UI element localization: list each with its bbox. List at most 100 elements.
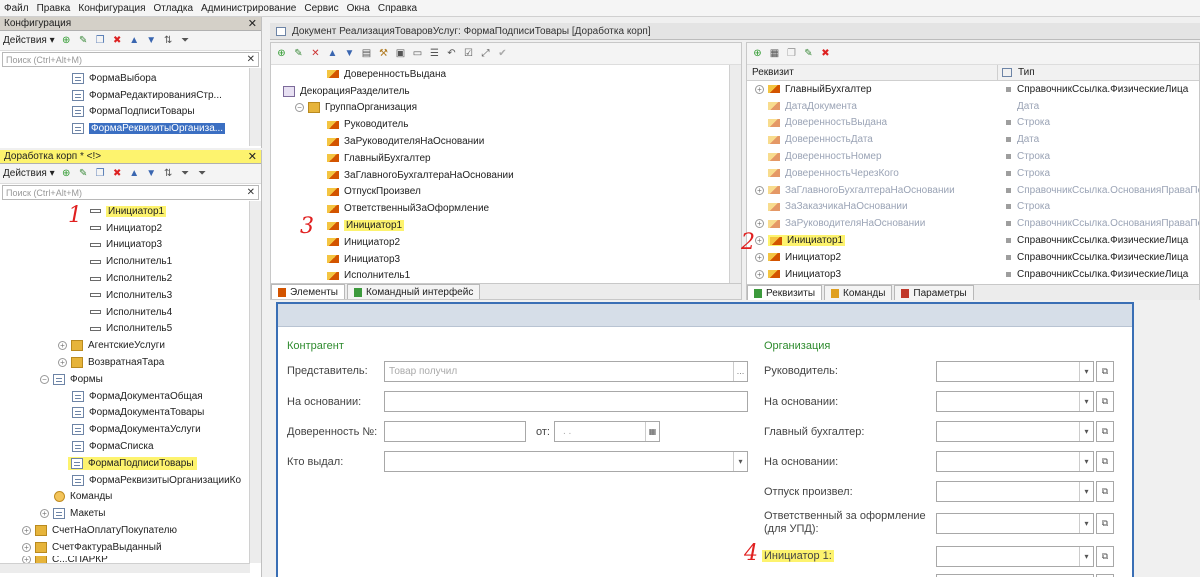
menu-item-edit[interactable]: Правка (37, 3, 71, 14)
sort-icon[interactable]: ⇅ (161, 166, 176, 181)
table-row[interactable]: + ЗаРуководителяНаОсновании СправочникСсыл… (747, 215, 1199, 232)
expand-icon[interactable]: + (755, 236, 764, 246)
open-icon[interactable]: ⧉ (1096, 481, 1114, 502)
table-row[interactable]: + ГлавныйБухгалтер СправочникСсылка.Физиче… (747, 81, 1199, 98)
tree-item[interactable]: Инициатор3 (271, 251, 741, 268)
move-down-icon[interactable]: ▼ (342, 46, 357, 61)
open-icon[interactable]: ⧉ (1096, 451, 1114, 472)
copy-icon[interactable]: ❐ (784, 46, 799, 61)
tree-item[interactable]: ДоверенностьВыдана (271, 66, 741, 83)
tree-item[interactable]: − ГруппаОрганизация (271, 100, 741, 117)
table-row[interactable]: ДатаДокумента Дата (747, 98, 1199, 115)
move-up-icon[interactable]: ▲ (127, 33, 142, 48)
delete-icon[interactable]: ✖ (818, 46, 833, 61)
expand-icon[interactable]: + (755, 269, 764, 279)
close-icon[interactable]: ✕ (248, 150, 257, 163)
open-icon[interactable]: ⧉ (1096, 421, 1114, 442)
expand-icon[interactable]: + (40, 509, 49, 519)
tab-commands[interactable]: Команды (824, 285, 893, 300)
edit-icon[interactable]: ✎ (801, 46, 816, 61)
clear-icon[interactable]: ✕ (247, 54, 255, 65)
table-row[interactable]: + Инициатор3 СправочникСсылка.ФизическиеЛи… (747, 266, 1199, 283)
table-row[interactable]: ДоверенностьНомер Строка (747, 148, 1199, 165)
tree-item[interactable]: ФормаДокументаТовары (0, 405, 261, 422)
column-header-type[interactable]: Тип (998, 65, 1199, 80)
tree-item[interactable]: ГлавныйБухгалтер (271, 150, 741, 167)
open-icon[interactable]: ⧉ (1096, 546, 1114, 567)
dropdown-icon[interactable]: ▾ (1079, 514, 1093, 533)
delete-icon[interactable]: ✖ (110, 166, 125, 181)
add-column-icon[interactable]: ▦ (767, 46, 782, 61)
tree-item[interactable]: ОтветственныйЗаОформление (271, 200, 741, 217)
expand-icon[interactable]: + (755, 252, 764, 262)
open-icon[interactable]: ⧉ (1096, 361, 1114, 382)
list-icon[interactable]: ☰ (427, 46, 442, 61)
group-icon[interactable]: ▤ (359, 46, 374, 61)
edit-icon[interactable]: ✎ (291, 46, 306, 61)
basis-field[interactable] (384, 391, 748, 412)
sort-icon[interactable]: ⇅ (161, 33, 176, 48)
select-button[interactable]: … (733, 362, 747, 381)
table-row[interactable]: + ЗаГлавногоБухгалтераНаОсновании Справочн… (747, 182, 1199, 199)
chief-accountant-field[interactable]: ▾ (936, 421, 1094, 442)
tab-elements[interactable]: Элементы (271, 284, 345, 299)
tree-item[interactable]: Команды (0, 489, 261, 506)
tree-item[interactable]: Руководитель (271, 116, 741, 133)
panel-icon[interactable]: ▭ (410, 46, 425, 61)
menu-item-service[interactable]: Сервис (304, 3, 338, 14)
table-row[interactable]: ДоверенностьВыдана Строка (747, 115, 1199, 132)
copy-icon[interactable]: ❐ (93, 33, 108, 48)
check-list-icon[interactable]: ☑ (461, 46, 476, 61)
undo-icon[interactable]: ↶ (444, 46, 459, 61)
dropdown-icon[interactable]: ▾ (1079, 547, 1093, 566)
collapse-icon[interactable]: − (295, 103, 304, 113)
tab-attributes[interactable]: Реквизиты (747, 285, 823, 300)
tree-item[interactable]: ФормаДокументаУслуги (0, 421, 261, 438)
tree-item[interactable]: ФормаСписка (0, 438, 261, 455)
menu-item-help[interactable]: Справка (378, 3, 417, 14)
move-down-icon[interactable]: ▼ (144, 33, 159, 48)
filter-icon[interactable]: ⏷ (178, 33, 193, 48)
checkmark-icon[interactable]: ✔ (495, 46, 510, 61)
representative-field[interactable]: Товар получил … (384, 361, 748, 382)
tree-item[interactable]: + Макеты (0, 505, 261, 522)
manager-field[interactable]: ▾ (936, 361, 1094, 382)
date-field[interactable]: . . ▦ (554, 421, 660, 442)
move-up-icon[interactable]: ▲ (127, 166, 142, 181)
config-search-input[interactable]: Поиск (Ctrl+Alt+M) ✕ (2, 52, 259, 67)
dropdown-icon[interactable]: ▾ (733, 452, 747, 471)
horizontal-scrollbar[interactable] (0, 563, 250, 573)
responsible-field[interactable]: ▾ (936, 513, 1094, 534)
move-up-icon[interactable]: ▲ (325, 46, 340, 61)
table-row[interactable]: ДоверенностьДата Дата (747, 131, 1199, 148)
tree-item-highlighted[interactable]: Инициатор1 (0, 203, 261, 220)
copy-icon[interactable]: ❐ (93, 166, 108, 181)
menu-item-file[interactable]: Файл (4, 3, 29, 14)
close-icon[interactable]: ✕ (248, 17, 257, 30)
expand-icon[interactable]: + (755, 84, 764, 94)
add-icon[interactable]: ⊕ (274, 46, 289, 61)
scrollbar[interactable] (729, 65, 741, 283)
tree-item[interactable]: Исполнитель4 (0, 304, 261, 321)
tree-item[interactable]: + АгентскиеУслуги (0, 337, 261, 354)
dropdown-icon[interactable]: ▾ (1079, 422, 1093, 441)
expand-icon[interactable]: + (58, 341, 67, 351)
edit-icon[interactable]: ✎ (76, 166, 91, 181)
actions-menu[interactable]: Действия ▾ (3, 168, 55, 179)
tree-item[interactable]: Инициатор2 (0, 220, 261, 237)
tree-item[interactable]: ЗаРуководителяНаОсновании (271, 133, 741, 150)
tree-item[interactable]: ОтпускПроизвел (271, 184, 741, 201)
expand-icon[interactable]: + (755, 219, 764, 229)
tree-item[interactable]: + ВозвратнаяТара (0, 354, 261, 371)
table-row[interactable]: ЗаЗаказчикаНаОсновании Строка (747, 199, 1199, 216)
edit-icon[interactable]: ✎ (76, 33, 91, 48)
tree-item-highlighted[interactable]: Инициатор1 (271, 217, 741, 234)
delete-icon[interactable]: ✕ (308, 46, 323, 61)
tree-item[interactable]: ЗаГлавногоБухгалтераНаОсновании (271, 167, 741, 184)
tree-item[interactable]: Исполнитель3 (0, 287, 261, 304)
tree-item[interactable]: − Формы (0, 371, 261, 388)
filter-clear-icon[interactable]: ⏷ (195, 166, 210, 181)
filter-icon[interactable]: ⏷ (178, 166, 193, 181)
scrollbar[interactable] (249, 201, 261, 563)
move-down-icon[interactable]: ▼ (144, 166, 159, 181)
